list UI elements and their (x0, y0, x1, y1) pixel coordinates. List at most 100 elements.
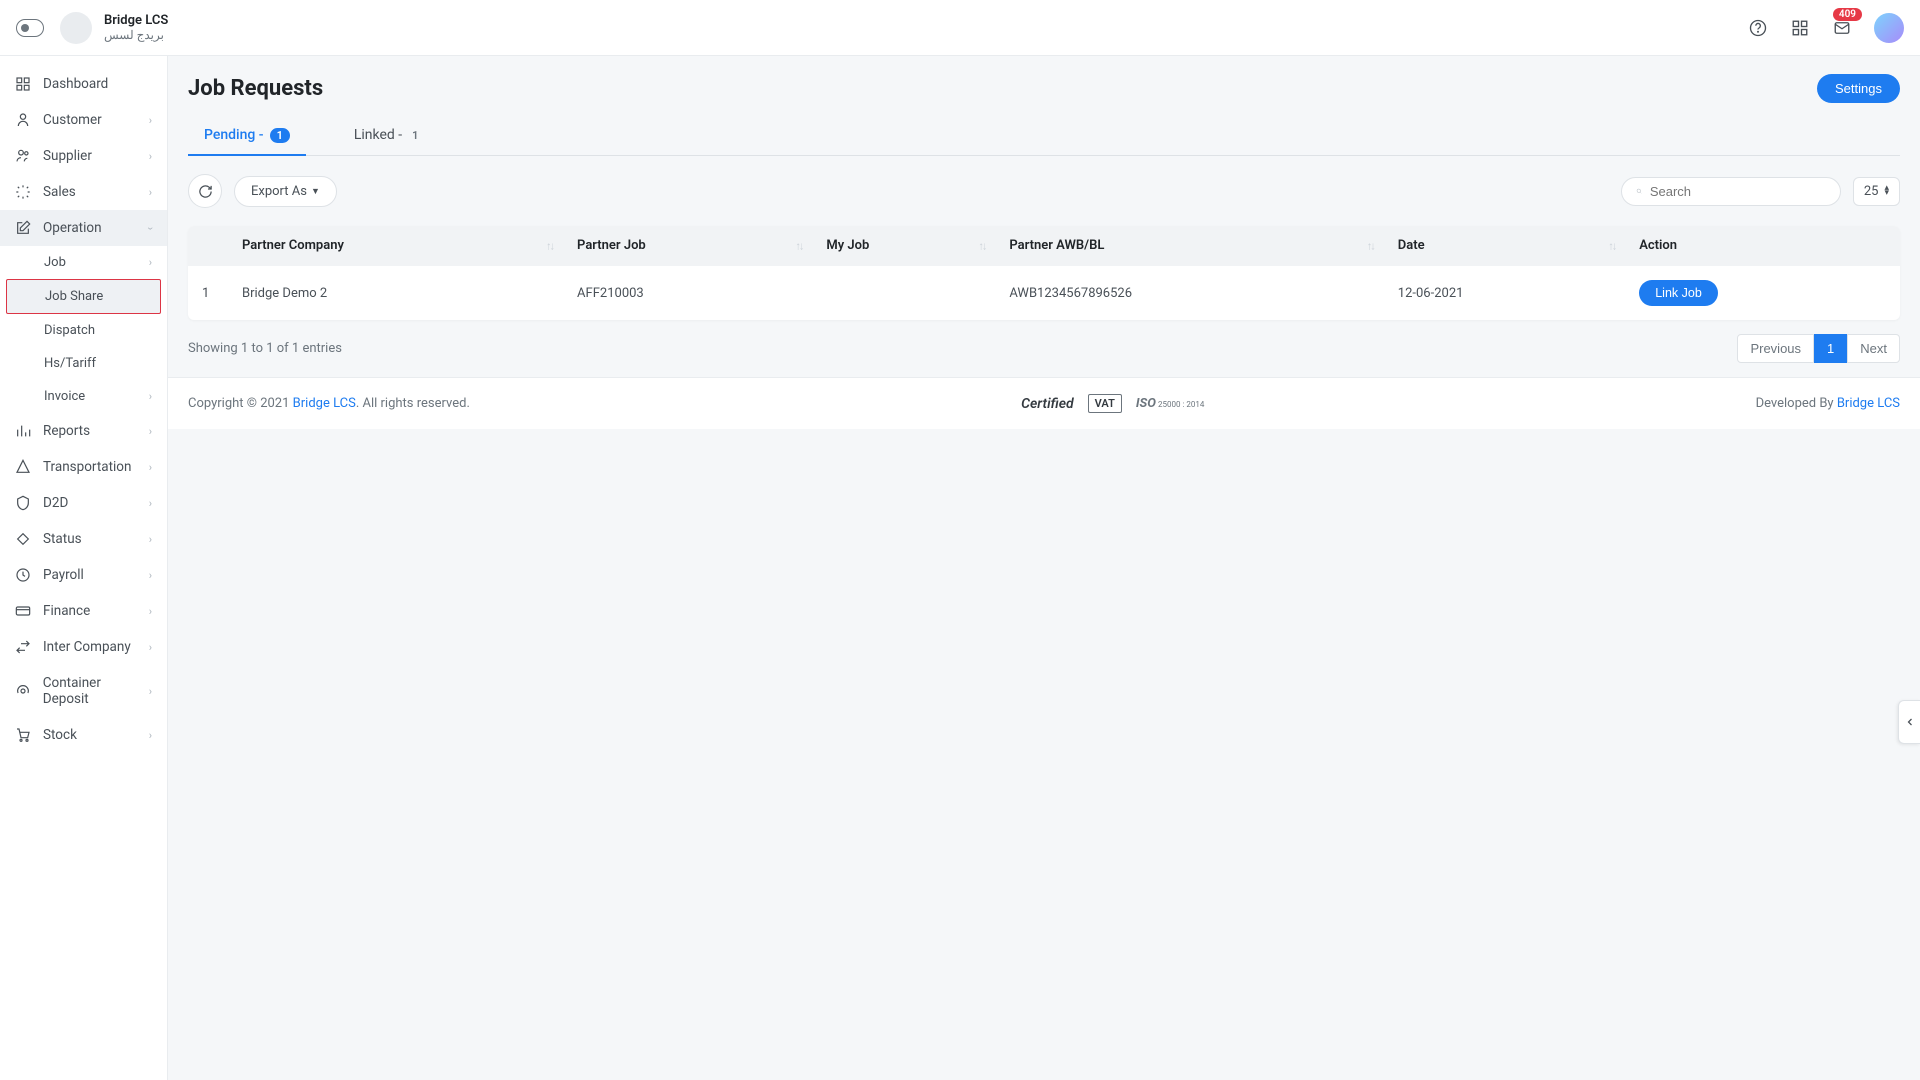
col-action: Action (1625, 226, 1900, 266)
operation-icon (15, 220, 33, 236)
link-job-button[interactable]: Link Job (1639, 280, 1718, 306)
prev-page-button[interactable]: Previous (1737, 334, 1814, 363)
footer: Copyright © 2021 Bridge LCS. All rights … (168, 377, 1920, 429)
caret-down-icon: ▼ (311, 186, 320, 197)
sidebar-item-operation[interactable]: Operation › (0, 210, 167, 246)
sidebar-item-label: Finance (43, 603, 90, 619)
certified-badge: Certified (1021, 396, 1074, 412)
refresh-button[interactable] (188, 174, 222, 208)
sidebar-sub-hstariff[interactable]: Hs/Tariff (0, 347, 167, 380)
footer-copyright: Copyright © 2021 Bridge LCS. All rights … (188, 396, 470, 411)
sidebar-sub-dispatch[interactable]: Dispatch (0, 314, 167, 347)
footer-brand-link[interactable]: Bridge LCS (293, 396, 356, 411)
sidebar-item-intercompany[interactable]: Inter Company › (0, 629, 167, 665)
main-content: Job Requests Settings Pending - 1 Linked… (168, 56, 1920, 1080)
apps-grid-icon[interactable] (1790, 18, 1810, 38)
pagination: Previous 1 Next (1737, 334, 1900, 363)
sidebar-item-label: Customer (43, 112, 102, 128)
sidebar-item-label: Stock (43, 727, 77, 743)
tab-linked[interactable]: Linked - 1 (338, 119, 439, 155)
iso-badge: ISO25000 : 2014 (1136, 396, 1205, 411)
export-button[interactable]: Export As ▼ (234, 176, 337, 207)
cell-my-job (812, 266, 995, 321)
sidebar-item-label: Transportation (43, 459, 131, 475)
col-date[interactable]: Date↑↓ (1384, 226, 1625, 266)
search-input-wrapper[interactable] (1621, 177, 1841, 206)
sidebar-item-label: Sales (43, 184, 76, 200)
page-size-select[interactable]: 25 ▴▾ (1853, 177, 1900, 206)
page-size-value: 25 (1864, 184, 1879, 199)
sidebar-item-status[interactable]: Status › (0, 521, 167, 557)
sidebar-item-supplier[interactable]: Supplier › (0, 138, 167, 174)
avatar[interactable] (1874, 13, 1904, 43)
chevron-right-icon: › (149, 390, 152, 403)
chevron-right-icon: › (149, 114, 152, 127)
tab-label: Pending - (204, 127, 264, 143)
sidebar-item-d2d[interactable]: D2D › (0, 485, 167, 521)
sidebar-item-customer[interactable]: Customer › (0, 102, 167, 138)
table-row: 1 Bridge Demo 2 AFF210003 AWB12345678965… (188, 266, 1900, 321)
container-icon (15, 683, 33, 699)
col-partner-company[interactable]: Partner Company↑↓ (228, 226, 563, 266)
sidebar-item-dashboard[interactable]: Dashboard (0, 66, 167, 102)
sidebar-item-label: Reports (43, 423, 90, 439)
topbar-right: 409 (1748, 13, 1904, 43)
sort-icon: ↑↓ (546, 239, 553, 252)
col-index[interactable] (188, 226, 228, 266)
brand-logo-icon (60, 12, 92, 44)
settings-button[interactable]: Settings (1817, 74, 1900, 103)
sidebar-sub-label: Job (44, 255, 66, 270)
table-footer: Showing 1 to 1 of 1 entries Previous 1 N… (188, 334, 1900, 363)
chevron-right-icon: › (149, 729, 152, 742)
customer-icon (15, 112, 33, 128)
brand-name: Bridge LCS (104, 13, 168, 29)
stock-icon (15, 727, 33, 743)
tabs: Pending - 1 Linked - 1 (188, 119, 1900, 156)
sidebar-item-transportation[interactable]: Transportation › (0, 449, 167, 485)
cell-partner-company: Bridge Demo 2 (228, 266, 563, 321)
sidebar: Dashboard Customer › Supplier › Sales › … (0, 56, 168, 1080)
toolbar: Export As ▼ 25 ▴▾ (188, 174, 1900, 208)
sidebar-item-reports[interactable]: Reports › (0, 413, 167, 449)
sidebar-item-containerdeposit[interactable]: Container Deposit › (0, 665, 167, 717)
d2d-icon (15, 495, 33, 511)
cell-action: Link Job (1625, 266, 1900, 321)
sidebar-item-payroll[interactable]: Payroll › (0, 557, 167, 593)
chevron-right-icon: › (149, 150, 152, 163)
sidebar-item-label: Operation (43, 220, 102, 236)
col-partner-job[interactable]: Partner Job↑↓ (563, 226, 812, 266)
chevron-right-icon: › (149, 641, 152, 654)
sidebar-sub-job[interactable]: Job › (0, 246, 167, 279)
collapse-panel-button[interactable] (1898, 700, 1920, 744)
footer-dev-link[interactable]: Bridge LCS (1837, 396, 1900, 411)
entries-info: Showing 1 to 1 of 1 entries (188, 341, 342, 356)
visibility-toggle-icon[interactable] (16, 19, 44, 37)
tab-count-badge: 1 (270, 128, 290, 143)
brand[interactable]: Bridge LCS بريدج لسس (60, 12, 168, 44)
chevron-right-icon: › (149, 685, 152, 698)
sidebar-item-label: Container Deposit (43, 675, 149, 707)
next-page-button[interactable]: Next (1847, 334, 1900, 363)
sidebar-item-stock[interactable]: Stock › (0, 717, 167, 753)
sidebar-item-finance[interactable]: Finance › (0, 593, 167, 629)
sidebar-item-label: Payroll (43, 567, 84, 583)
tab-pending[interactable]: Pending - 1 (188, 119, 306, 155)
col-my-job[interactable]: My Job↑↓ (812, 226, 995, 266)
page-title: Job Requests (188, 76, 323, 101)
sidebar-item-sales[interactable]: Sales › (0, 174, 167, 210)
help-icon[interactable] (1748, 18, 1768, 38)
sidebar-sub-job-share[interactable]: Job Share (6, 279, 161, 314)
col-awb[interactable]: Partner AWB/BL↑↓ (995, 226, 1383, 266)
reports-icon (15, 423, 33, 439)
chevron-right-icon: › (149, 186, 152, 199)
mail-icon[interactable]: 409 (1832, 18, 1852, 38)
intercompany-icon (15, 639, 33, 655)
page-number-button[interactable]: 1 (1814, 334, 1847, 363)
supplier-icon (15, 148, 33, 164)
sidebar-sub-invoice[interactable]: Invoice › (0, 380, 167, 413)
finance-icon (15, 603, 33, 619)
search-input[interactable] (1650, 184, 1826, 199)
brand-text: Bridge LCS بريدج لسس (104, 13, 168, 43)
sidebar-item-label: D2D (43, 495, 68, 511)
vat-badge: VAT (1088, 394, 1122, 413)
